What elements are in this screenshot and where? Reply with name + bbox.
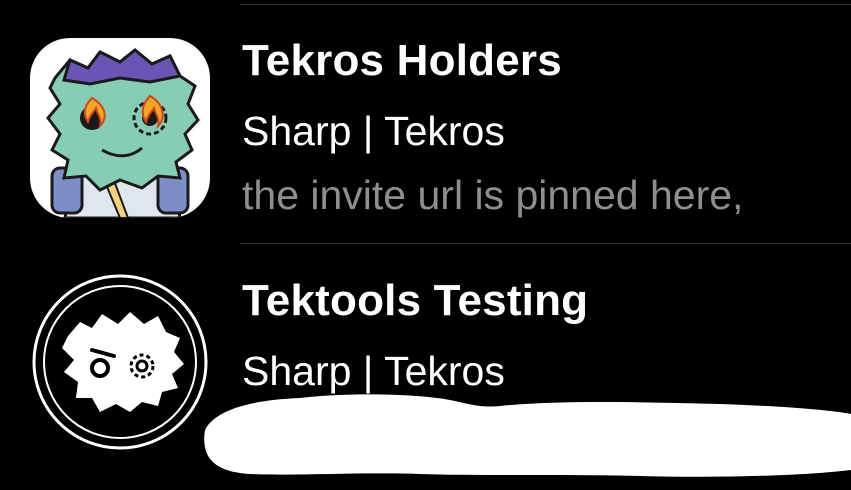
tekros-character-icon [30, 38, 210, 218]
chat-title: Tekros Holders [242, 36, 562, 85]
chat-preview: the invite url is pinned here, [242, 172, 744, 218]
divider-top [240, 4, 851, 5]
chat-sender: Sharp | Tekros [242, 348, 505, 394]
tektools-logo-icon [30, 272, 210, 452]
chat-title: Tektools Testing [242, 276, 589, 325]
divider [240, 243, 851, 244]
chat-sender: Sharp | Tekros [242, 108, 505, 154]
